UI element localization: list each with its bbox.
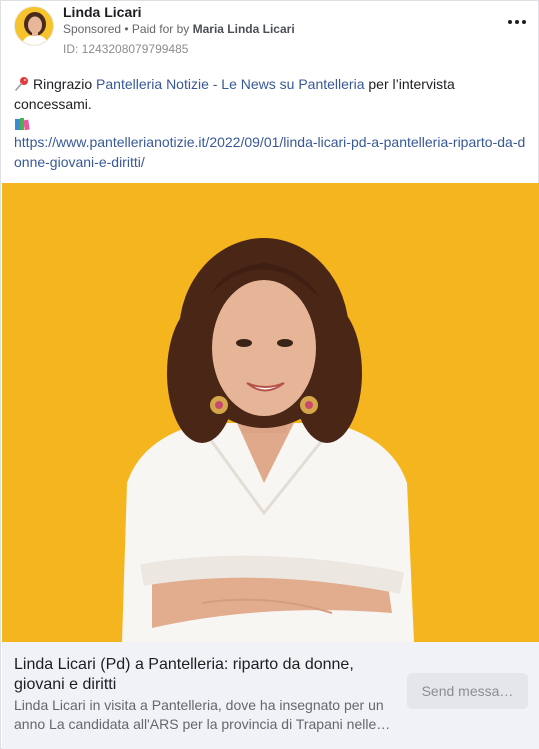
article-url-link[interactable]: https://www.pantellerianotizie.it/2022/0… xyxy=(14,132,529,172)
link-preview-title[interactable]: Linda Licari (Pd) a Pantelleria: riparto… xyxy=(14,655,394,695)
payer-name[interactable]: Maria Linda Licari xyxy=(193,22,295,36)
page-name[interactable]: Linda Licari xyxy=(63,4,142,20)
link-preview-description: Linda Licari in visita a Pantelleria, do… xyxy=(14,697,391,732)
books-icon xyxy=(15,118,30,131)
link-preview[interactable]: Linda Licari (Pd) a Pantelleria: riparto… xyxy=(2,642,539,749)
paid-for-by-label: • Paid for by xyxy=(121,22,193,36)
pushpin-icon xyxy=(15,77,28,91)
post-text-before: Ringrazio xyxy=(33,76,97,92)
portrait-photo xyxy=(2,183,539,642)
page-avatar[interactable] xyxy=(14,6,54,46)
sponsored-label: Sponsored xyxy=(63,22,122,36)
post-header: Linda Licari Sponsored • Paid for by Mar… xyxy=(14,4,529,56)
post-text: Ringrazio Pantelleria Notizie - Le News … xyxy=(14,74,529,172)
ad-card: Linda Licari Sponsored • Paid for by Mar… xyxy=(0,0,539,749)
avatar-portrait xyxy=(15,7,53,45)
ad-image[interactable] xyxy=(2,183,539,642)
sponsored-line: Sponsored • Paid for by Maria Linda Lica… xyxy=(63,22,295,36)
send-message-button[interactable]: Send messa… xyxy=(407,673,528,709)
more-options-icon[interactable] xyxy=(505,14,529,30)
ad-id: ID: 1243208079799485 xyxy=(63,42,189,56)
linked-page-mention[interactable]: Pantelleria Notizie - Le News su Pantell… xyxy=(96,76,364,92)
